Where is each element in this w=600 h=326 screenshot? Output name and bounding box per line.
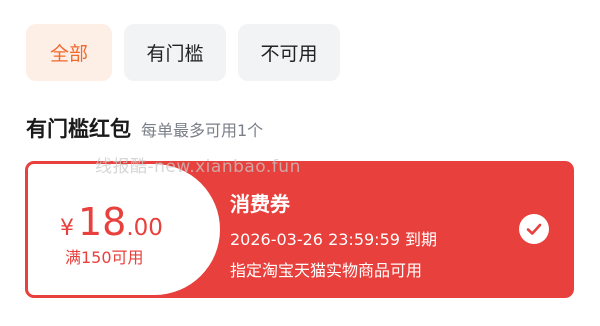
filter-tabs: 全部 有门槛 不可用: [26, 24, 340, 81]
section-title: 有门槛红包: [26, 117, 131, 141]
coupon-title: 消费券: [230, 192, 290, 216]
coupon-amount: ¥ 18 .00: [60, 200, 163, 244]
coupon-info: 消费券 2026-03-26 23:59:59 到期 指定淘宝天猫实物商品可用: [230, 188, 437, 288]
check-circle-icon[interactable]: [519, 214, 549, 244]
coupon-expiry: 2026-03-26 23:59:59 到期: [230, 230, 438, 249]
coupon-card[interactable]: ¥ 18 .00 满150可用 消费券 2026-03-26 23:59:59 …: [25, 161, 574, 298]
watermark: 线报酷-new.xianbao.fun: [95, 157, 301, 177]
tab-all[interactable]: 全部: [26, 24, 112, 81]
coupon-threshold: 满150可用: [65, 248, 144, 267]
section-subtitle: 每单最多可用1个: [141, 121, 264, 140]
currency-symbol: ¥: [60, 216, 74, 241]
amount-integer: 18: [78, 200, 127, 244]
amount-decimal: .00: [126, 215, 163, 241]
coupon-scope: 指定淘宝天猫实物商品可用: [230, 261, 423, 280]
tab-with-threshold[interactable]: 有门槛: [124, 24, 226, 81]
coupon-value-panel: ¥ 18 .00 满150可用: [28, 164, 220, 295]
section-header: 有门槛红包 每单最多可用1个: [26, 113, 263, 143]
tab-unavailable[interactable]: 不可用: [238, 24, 340, 81]
